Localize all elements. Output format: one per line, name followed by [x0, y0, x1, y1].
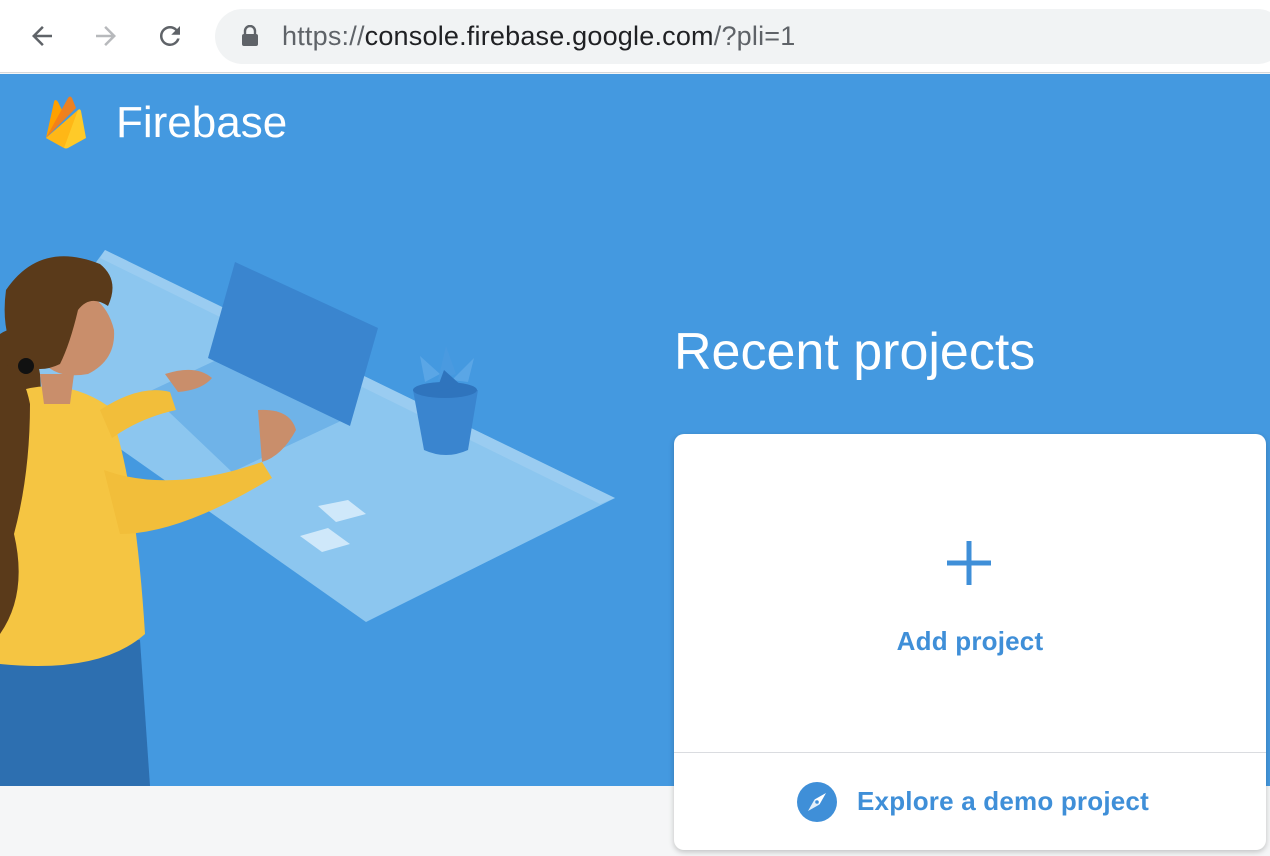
developer-illustration [0, 250, 615, 786]
forward-button[interactable] [88, 18, 124, 54]
brand-name: Firebase [116, 98, 288, 147]
compass-icon [797, 782, 837, 822]
arrow-left-icon [32, 26, 52, 46]
back-button[interactable] [24, 18, 60, 54]
plus-icon [947, 541, 991, 585]
add-project-label: Add project [896, 626, 1044, 656]
arrow-right-icon [96, 26, 116, 46]
lock-icon [242, 25, 258, 46]
url-text[interactable]: https://console.firebase.google.com/?pli… [282, 21, 795, 52]
explore-demo-project-button[interactable]: Explore a demo project [674, 753, 1266, 850]
reload-icon [159, 25, 180, 46]
brand-header[interactable]: Firebase [44, 96, 287, 152]
add-project-button[interactable]: Add project [674, 434, 1266, 752]
url-host: console.firebase.google.com [364, 21, 714, 51]
reload-button[interactable] [152, 18, 188, 54]
explore-demo-label: Explore a demo project [857, 786, 1149, 816]
url-scheme: https:// [282, 21, 365, 51]
address-bar[interactable]: https://console.firebase.google.com/?pli… [215, 9, 1270, 64]
firebase-flame-icon [46, 96, 86, 149]
page-title: Recent projects [674, 323, 1036, 381]
browser-toolbar: https://console.firebase.google.com/?pli… [0, 0, 1270, 73]
projects-card: Add project Explore a demo project [674, 434, 1266, 850]
url-path: /?pli=1 [713, 21, 796, 51]
